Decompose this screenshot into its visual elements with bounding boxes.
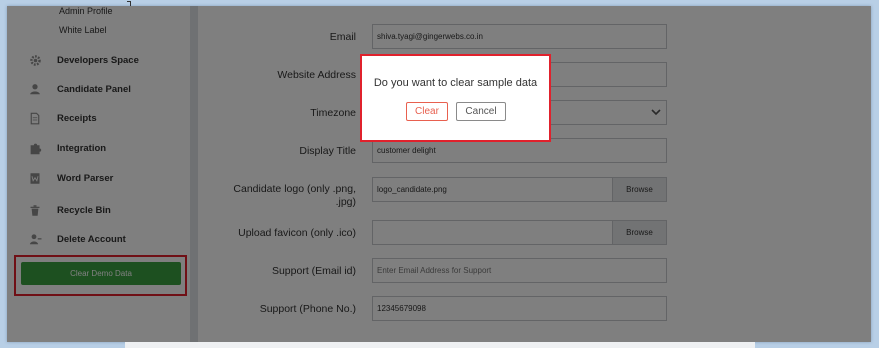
- dialog-highlight: [360, 54, 551, 142]
- app-window: Admin Profile White Label Developers Spa…: [7, 6, 871, 342]
- bottom-edge: [125, 342, 755, 348]
